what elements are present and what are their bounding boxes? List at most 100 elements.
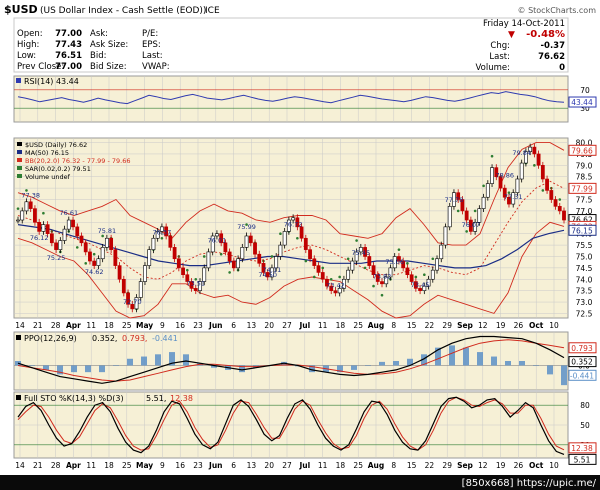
sar-dot — [16, 207, 20, 210]
quote-box: Open: 77.00 High: 77.43 Low: 76.51 Prev … — [13, 17, 569, 73]
change-arrow: ▼ — [508, 30, 515, 40]
ppo-histogram-bar — [491, 356, 497, 366]
candle-body — [206, 251, 211, 269]
price-annotation: 77.78 — [445, 196, 464, 204]
x-axis-label: 22 — [425, 321, 435, 330]
candle-body — [405, 267, 410, 276]
open-label: Open: — [17, 29, 43, 39]
x-axis-label: 6 — [231, 461, 236, 470]
ppo-histogram-bar — [449, 345, 455, 366]
change-percent: -0.48% — [526, 29, 565, 40]
candle-body — [117, 265, 122, 280]
x-axis-label: 12 — [478, 461, 488, 470]
price-axis-tag: 79.66 — [571, 146, 593, 155]
volume-value: 0 — [559, 63, 565, 73]
candle-body — [172, 247, 177, 260]
candle-body — [24, 201, 29, 212]
x-axis-label: 16 — [175, 321, 185, 330]
ppo-histogram-bar — [99, 365, 105, 373]
rsi-title: RSI(14) 43.44 — [24, 77, 79, 86]
candle-body — [100, 247, 105, 260]
x-axis-label: 9 — [160, 321, 165, 330]
candle-body — [75, 226, 80, 237]
x-axis-label: Jul — [298, 461, 310, 470]
candle-body — [143, 265, 147, 282]
candle-body — [121, 278, 126, 294]
ask-label: Ask: — [90, 29, 108, 39]
x-axis-label: 11 — [86, 461, 96, 470]
x-axis-label: 20 — [264, 321, 274, 330]
sar-dot — [270, 255, 274, 258]
sar-dot — [406, 262, 409, 265]
price-annotation: 75.99 — [237, 223, 256, 231]
candle-body — [532, 146, 537, 155]
candle-body — [79, 235, 84, 244]
ppo-histogram-bar — [85, 365, 91, 373]
x-axis-label: 14 — [15, 321, 25, 330]
x-axis-label: May — [136, 461, 153, 470]
x-axis-label: 8 — [391, 321, 396, 330]
candle-body — [562, 210, 566, 221]
sto-d-tag: 12.38 — [571, 444, 593, 453]
x-axis-label: 25 — [353, 461, 363, 470]
sar-dot — [228, 271, 231, 274]
candle-body — [367, 256, 372, 266]
x-axis-label: 26 — [514, 461, 524, 470]
price-annotation: 76.07 — [462, 221, 481, 229]
x-axis-label: Apr — [66, 321, 81, 330]
price-annotation: 75.45 — [352, 249, 371, 257]
legend-entry: $USD (Daily) 76.62 — [25, 141, 87, 149]
candle-body — [278, 244, 283, 257]
candle-body — [536, 153, 541, 166]
last-label: Last: — [489, 52, 510, 62]
last-label-mid: Last: — [142, 51, 163, 61]
candle-body — [253, 242, 257, 255]
price-tick-label: 74.5 — [576, 264, 593, 273]
price-annotation: 76.01 — [208, 236, 227, 244]
x-axis-label: Oct — [529, 321, 544, 330]
high-label: High: — [17, 40, 39, 50]
ppo-histogram-bar — [477, 352, 483, 366]
x-axis-label: 15 — [407, 321, 417, 330]
price-annotation: 79.84 — [512, 149, 531, 157]
candle-body — [439, 244, 444, 260]
x-axis-label: 11 — [86, 321, 96, 330]
prev-close-value: 77.00 — [55, 62, 82, 72]
x-axis-label: 18 — [336, 321, 346, 330]
sar-dot — [533, 164, 536, 167]
x-axis-label: 16 — [175, 461, 185, 470]
footer-bar: [850x668] https://upic.me/ — [0, 475, 600, 490]
sar-dot — [92, 252, 96, 256]
sto-title-value-1: 5.51, — [146, 394, 166, 403]
candle-body — [58, 240, 63, 250]
legend-swatch — [17, 166, 22, 170]
exchange-label: ICE — [205, 6, 220, 16]
legend-swatch — [17, 142, 22, 146]
sar-dot — [456, 209, 460, 213]
pe-label: P/E: — [142, 29, 158, 39]
bid-label: Bid: — [90, 51, 106, 61]
vwap-label: VWAP: — [142, 62, 170, 72]
candle-body — [380, 281, 384, 285]
price-tick-label: 74.0 — [576, 275, 593, 284]
bid-size-label: Bid Size: — [90, 62, 127, 72]
candle-body — [346, 269, 351, 280]
sar-dot — [490, 154, 494, 158]
x-axis-label: 14 — [15, 461, 25, 470]
x-axis-label: 22 — [425, 461, 435, 470]
price-annotation: 73.82 — [373, 272, 392, 280]
price-annotation: 74.62 — [85, 268, 104, 276]
sar-dot — [42, 211, 45, 215]
price-tick-label: 79.0 — [576, 161, 593, 170]
sar-dot — [558, 198, 562, 201]
x-axis-label: 20 — [264, 461, 274, 470]
ppo-histogram-bar — [127, 358, 133, 366]
x-axis-label: Jun — [208, 321, 222, 330]
candle-body — [244, 235, 249, 248]
sar-dot — [363, 266, 367, 270]
x-axis-label: 29 — [442, 321, 452, 330]
candle-body — [96, 258, 101, 266]
candle-body — [45, 224, 50, 234]
x-axis-label: 6 — [231, 321, 236, 330]
x-axis-label: Aug — [368, 461, 385, 470]
